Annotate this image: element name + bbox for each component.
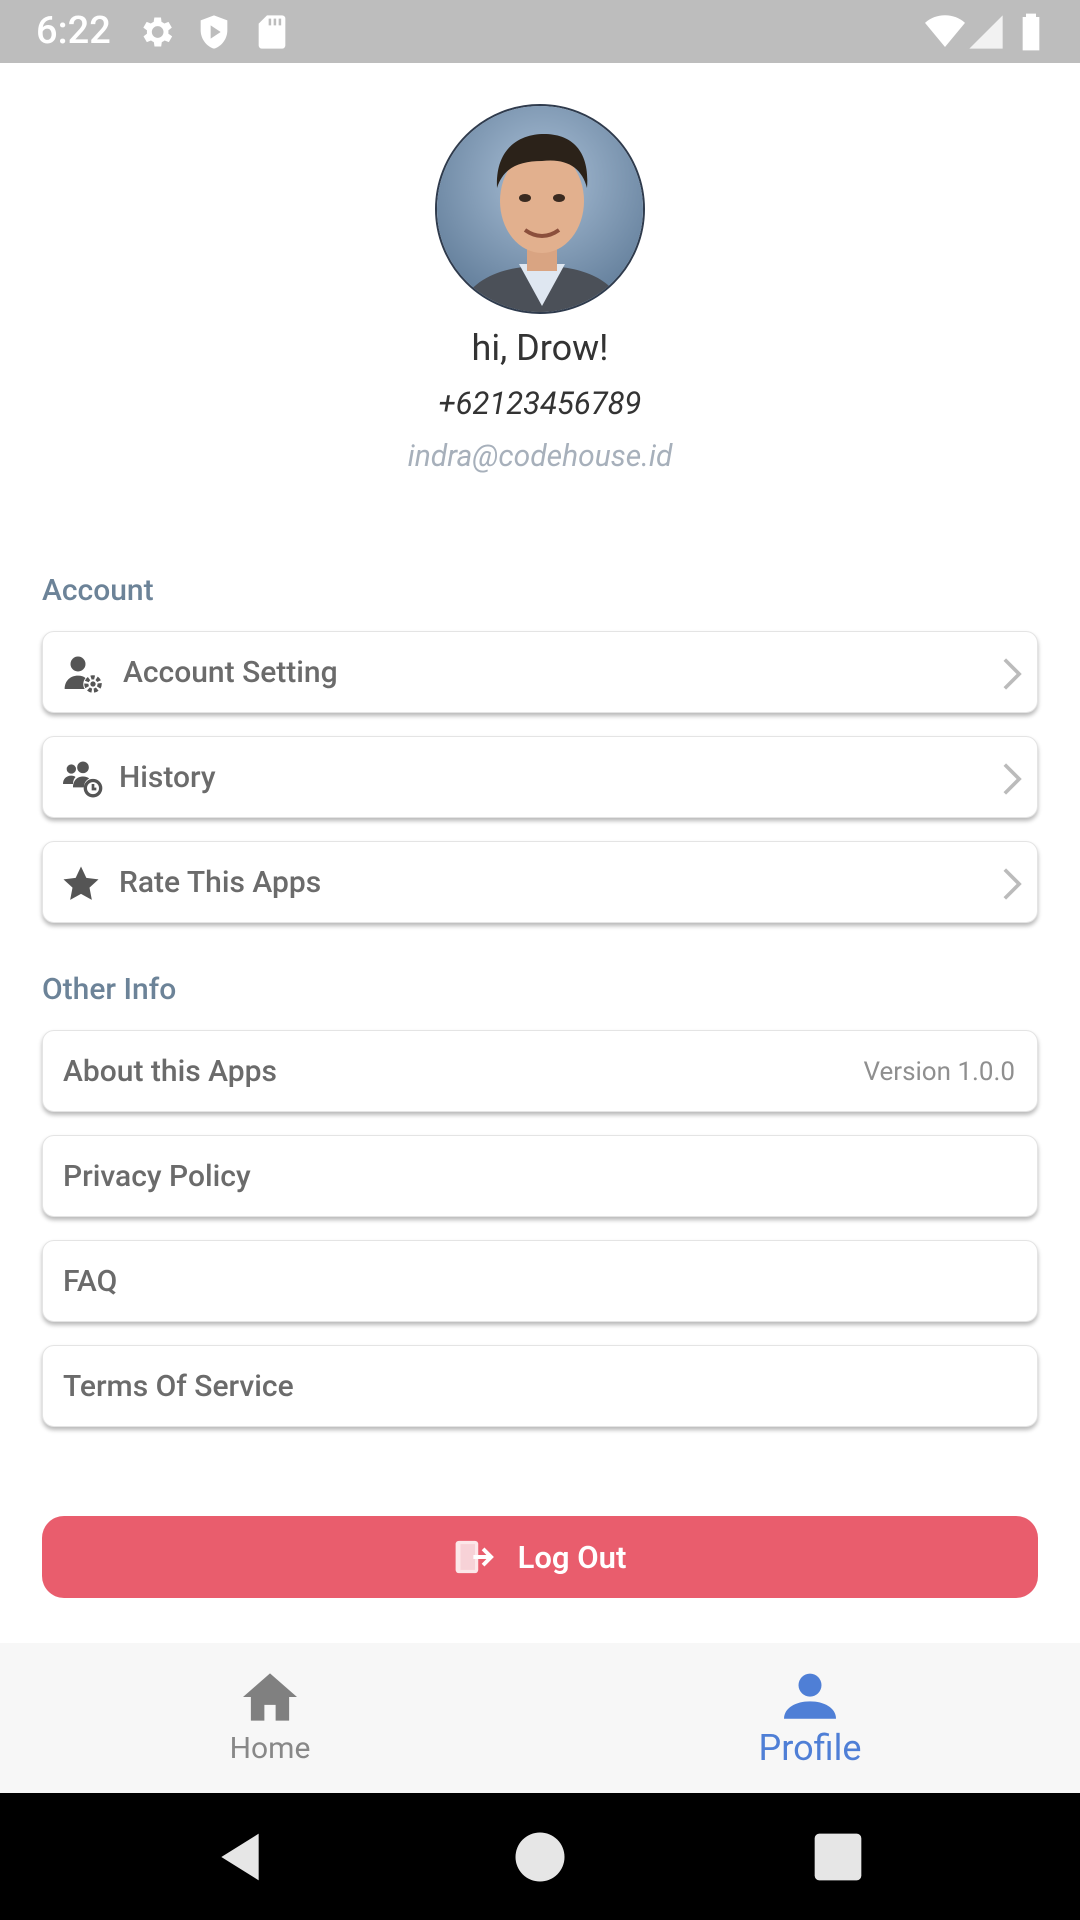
about-app-item[interactable]: About this Apps Version 1.0.0 (42, 1030, 1038, 1112)
battery-icon (1022, 13, 1040, 51)
faq-label: FAQ (63, 1264, 118, 1299)
home-circle-icon[interactable] (512, 1829, 568, 1885)
chevron-right-icon (1003, 763, 1022, 795)
section-title-other-info: Other Info (42, 972, 177, 1007)
rate-app-item[interactable]: Rate This Apps (42, 841, 1038, 923)
person-icon (784, 1673, 836, 1719)
terms-of-service-item[interactable]: Terms Of Service (42, 1345, 1038, 1427)
section-title-account: Account (42, 573, 154, 608)
status-time: 6:22 (36, 9, 111, 53)
greeting-text: hi, Drow! (471, 327, 609, 369)
account-setting-label: Account Setting (123, 655, 338, 690)
terms-of-service-label: Terms Of Service (63, 1369, 294, 1404)
history-label: History (119, 760, 216, 795)
bottom-navigation: Home Profile (0, 1643, 1080, 1793)
recents-icon[interactable] (810, 1829, 866, 1885)
logout-icon (455, 1540, 494, 1574)
logout-button[interactable]: Log Out (42, 1516, 1038, 1598)
nav-profile[interactable]: Profile (540, 1643, 1080, 1793)
app-version: Version 1.0.0 (863, 1057, 1015, 1087)
back-icon[interactable] (212, 1829, 268, 1885)
signal-icon (969, 15, 1003, 49)
history-item[interactable]: History (42, 736, 1038, 818)
phone-number: +62123456789 (438, 385, 642, 422)
nav-profile-label: Profile (758, 1727, 862, 1769)
profile-screen: hi, Drow! +62123456789 indra@codehouse.i… (0, 63, 1080, 1643)
user-gear-icon (64, 656, 102, 693)
account-setting-item[interactable]: Account Setting (42, 631, 1038, 713)
privacy-policy-item[interactable]: Privacy Policy (42, 1135, 1038, 1217)
user-clock-icon (63, 761, 103, 798)
wifi-icon (925, 15, 965, 48)
system-navigation-bar (0, 1793, 1080, 1920)
logout-label: Log Out (517, 1538, 627, 1576)
about-app-label: About this Apps (63, 1054, 277, 1089)
sd-card-icon (258, 15, 286, 49)
faq-item[interactable]: FAQ (42, 1240, 1038, 1322)
avatar-photo (437, 106, 643, 312)
chevron-right-icon (1003, 868, 1022, 900)
chevron-right-icon (1003, 658, 1022, 690)
email-address: indra@codehouse.id (407, 439, 673, 474)
settings-icon (143, 17, 173, 47)
shield-icon (200, 15, 228, 49)
privacy-policy-label: Privacy Policy (63, 1159, 251, 1194)
avatar[interactable] (435, 104, 645, 314)
home-icon (243, 1673, 297, 1721)
star-icon (63, 866, 99, 900)
rate-app-label: Rate This Apps (119, 865, 322, 900)
nav-home-label: Home (229, 1731, 311, 1766)
status-bar: 6:22 (0, 0, 1080, 63)
nav-home[interactable]: Home (0, 1643, 540, 1793)
